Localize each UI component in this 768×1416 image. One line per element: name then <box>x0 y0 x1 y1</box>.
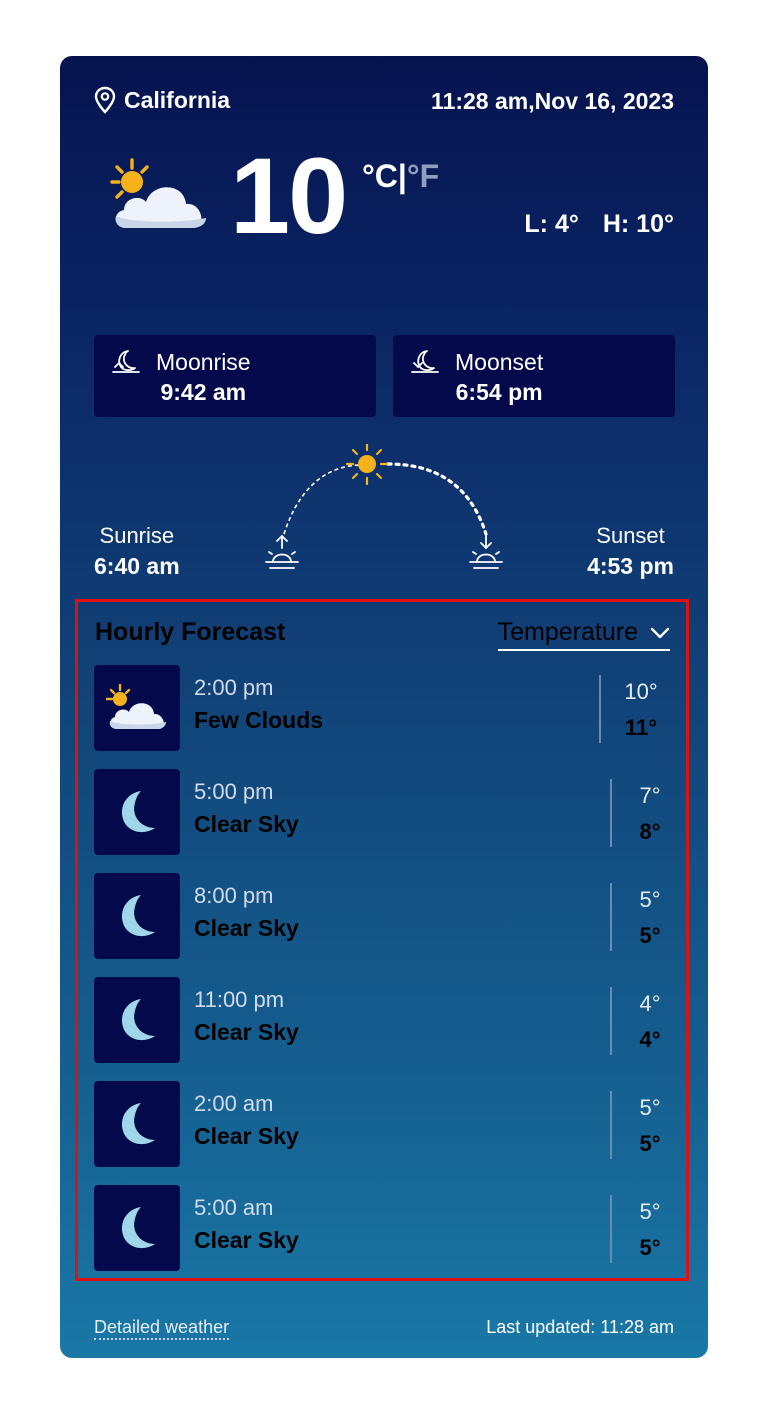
low-temperature: L: 4° <box>524 210 579 238</box>
forecast-high: 10° <box>624 679 658 704</box>
forecast-condition: Clear Sky <box>194 811 299 837</box>
location-pin-icon <box>94 86 116 114</box>
moonrise-label: Moonrise <box>156 349 251 375</box>
metric-selector[interactable]: Temperature <box>497 618 670 651</box>
forecast-row: 5:00 am Clear Sky 5° 5° <box>94 1185 676 1271</box>
forecast-condition: Clear Sky <box>194 1019 299 1045</box>
forecast-time: 2:00 pm <box>194 675 274 700</box>
forecast-low: 5° <box>639 1235 661 1260</box>
forecast-time: 5:00 pm <box>194 779 274 804</box>
sunset-icon <box>469 535 503 569</box>
unit-celsius[interactable]: °C <box>362 158 398 194</box>
low-high: L: 4° H: 10° <box>524 210 674 239</box>
current-datetime: 11:28 am,Nov 16, 2023 <box>431 88 674 114</box>
forecast-thumb <box>94 1081 180 1167</box>
forecast-row: 2:00 am Clear Sky 5° 5° <box>94 1081 676 1167</box>
moon-icon <box>121 1103 155 1145</box>
forecast-high: 5° <box>639 887 661 912</box>
forecast-condition: Clear Sky <box>194 1227 299 1253</box>
forecast-low: 8° <box>639 819 661 844</box>
sunrise-info: Sunrise 6:40 am <box>94 521 180 581</box>
location-name: California <box>124 86 231 113</box>
unit-separator: | <box>397 158 407 194</box>
moonrise-time: 9:42 am <box>160 379 247 405</box>
forecast-row: 8:00 pm Clear Sky 5° 5° <box>94 873 676 959</box>
moonset-icon <box>411 350 439 373</box>
forecast-time: 8:00 pm <box>194 883 274 908</box>
moon-icon <box>121 895 155 937</box>
forecast-thumb <box>94 1185 180 1271</box>
forecast-thumb <box>94 977 180 1063</box>
forecast-low: 5° <box>639 923 661 948</box>
moonset-card: Moonset 6:54 pm <box>393 335 675 417</box>
hourly-forecast-panel: Hourly Forecast Temperature 2:00 pm Few … <box>75 599 689 1281</box>
sun-cloud-icon <box>105 683 166 729</box>
forecast-time: 11:00 pm <box>194 987 285 1012</box>
forecast-thumb <box>94 769 180 855</box>
divider <box>610 779 612 847</box>
high-temperature: H: 10° <box>602 210 674 238</box>
divider <box>610 883 612 951</box>
moon-icon <box>121 999 155 1041</box>
sunrise-icon <box>265 534 299 569</box>
forecast-thumb <box>94 665 180 751</box>
moonrise-icon <box>112 350 140 373</box>
chevron-down-icon <box>650 627 670 638</box>
sunrise-time: 6:40 am <box>94 553 180 579</box>
forecast-condition: Few Clouds <box>194 707 324 733</box>
current-temperature: 10 <box>230 135 348 256</box>
moon-icon <box>121 1207 155 1249</box>
divider <box>610 1195 612 1263</box>
forecast-low: 4° <box>639 1027 661 1052</box>
sun-cloud-icon <box>110 158 206 228</box>
detailed-weather-link[interactable]: Detailed weather <box>94 1316 230 1340</box>
location: California <box>94 86 230 114</box>
forecast-low: 5° <box>639 1131 661 1156</box>
sunrise-label: Sunrise <box>99 523 175 548</box>
moon-icon <box>121 791 155 833</box>
forecast-row: 2:00 pm Few Clouds 10° 11° <box>94 665 676 751</box>
forecast-row: 11:00 pm Clear Sky 4° 4° <box>94 977 676 1063</box>
metric-selector-label: Temperature <box>497 618 638 646</box>
hourly-forecast-title: Hourly Forecast <box>95 618 286 646</box>
forecast-high: 4° <box>639 991 661 1016</box>
forecast-time: 2:00 am <box>194 1091 274 1116</box>
last-updated: Last updated: 11:28 am <box>486 1317 674 1337</box>
divider <box>610 1091 612 1159</box>
forecast-high: 5° <box>639 1095 661 1120</box>
divider <box>610 987 612 1055</box>
unit-fahrenheit[interactable]: °F <box>407 158 439 194</box>
unit-toggle: °C|°F <box>362 158 439 195</box>
sunset-time: 4:53 pm <box>587 553 674 579</box>
sun-arc <box>265 444 503 569</box>
divider <box>599 675 601 743</box>
forecast-condition: Clear Sky <box>194 915 299 941</box>
moonrise-card: Moonrise 9:42 am <box>94 335 376 417</box>
forecast-row: 5:00 pm Clear Sky 7° 8° <box>94 769 676 855</box>
moonset-label: Moonset <box>455 349 544 375</box>
forecast-thumb <box>94 873 180 959</box>
forecast-time: 5:00 am <box>194 1195 274 1220</box>
sunset-label: Sunset <box>596 523 665 548</box>
forecast-high: 7° <box>639 783 661 808</box>
forecast-high: 5° <box>639 1199 661 1224</box>
sunset-info: Sunset 4:53 pm <box>587 521 674 581</box>
moonset-time: 6:54 pm <box>455 379 543 405</box>
forecast-low: 11° <box>624 715 658 740</box>
forecast-condition: Clear Sky <box>194 1123 299 1149</box>
